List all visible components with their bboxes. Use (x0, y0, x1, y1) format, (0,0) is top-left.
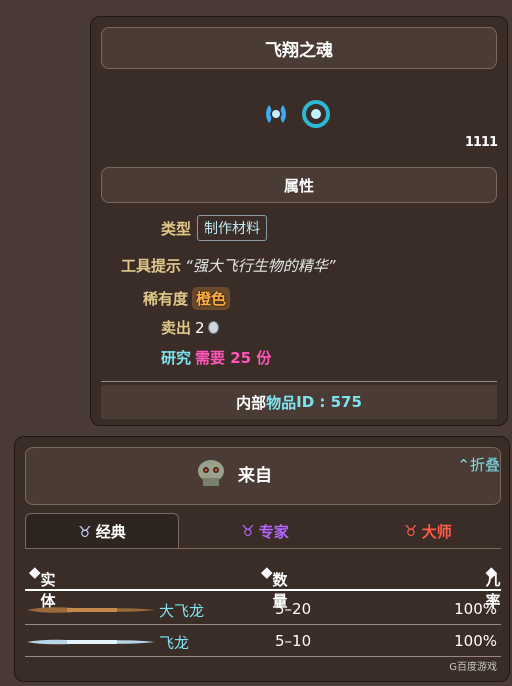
tooltip-label: 工具提示 (121, 257, 182, 275)
internal-id-row: 内部 物品 ID : 575 (101, 385, 497, 419)
divider (101, 381, 497, 382)
item-title: 飞翔之魂 (101, 27, 497, 69)
tab-classic-label: 经典 (95, 523, 126, 541)
rarity-row: 稀有度 橙色 (143, 287, 231, 310)
research-label[interactable]: 研究 (161, 347, 191, 368)
sell-value: 2 (195, 318, 205, 337)
tab-underline (25, 548, 501, 549)
research-row: 研究 需要 25 份 (161, 347, 271, 368)
tab-classic[interactable]: ♉ 经典 (25, 513, 179, 549)
wyvern-icon (27, 639, 155, 645)
id-suffix: ID : 575 (296, 393, 362, 411)
id-prefix: 内部 (236, 393, 267, 412)
skull-icon (198, 460, 224, 486)
stats-heading: 属性 (101, 167, 497, 203)
sell-label: 卖出 (161, 319, 192, 337)
item-images (261, 99, 331, 129)
table-header: ◆ 实体 ◆ 数量 几率 ◆ (25, 557, 501, 610)
soul-of-flight-alt-icon (302, 100, 330, 128)
table-row: 飞龙 5–10 100% (25, 627, 501, 657)
chance-cell: 100% (454, 632, 497, 650)
sort-entity-button[interactable]: ◆ 实体 (29, 563, 56, 610)
type-row: 类型 制作材料 (161, 215, 268, 241)
type-value-link[interactable]: 制作材料 (197, 215, 268, 241)
research-value: 需要 25 份 (195, 349, 272, 367)
stack-size: 1111 (464, 135, 498, 150)
entity-link[interactable]: 飞龙 (159, 632, 189, 653)
tab-master[interactable]: ♉ 大师 (355, 513, 501, 549)
collapse-label: 折叠 (469, 456, 500, 474)
rarity-badge[interactable]: 橙色 (192, 287, 231, 310)
quantity-cell: 5–20 (275, 600, 312, 618)
tab-master-label: 大师 (421, 522, 452, 541)
tab-expert-label: 专家 (258, 522, 289, 541)
wyvern-icon (27, 607, 155, 613)
silver-coin-icon (207, 321, 219, 334)
soul-of-flight-icon (266, 105, 286, 123)
entity-link[interactable]: 大飞龙 (159, 600, 204, 621)
tooltip-value: “强大飞行生物的精华” (185, 257, 336, 275)
tooltip-row: 工具提示 “强大飞行生物的精华” (121, 255, 336, 276)
table-row: 大飞龙 5–20 100% (25, 595, 501, 625)
sort-quantity-button[interactable]: ◆ 数量 (261, 563, 288, 610)
source-title: 来自 (238, 465, 272, 486)
type-label: 类型 (161, 219, 192, 238)
id-item-link[interactable]: 物品 (266, 392, 296, 413)
watermark: G百度游戏 (449, 662, 497, 673)
expert-icon: ♉ (241, 522, 255, 540)
tab-expert[interactable]: ♉ 专家 (195, 513, 335, 549)
master-icon: ♉ (404, 522, 418, 540)
sell-row: 卖出 2 (161, 317, 219, 338)
difficulty-tabs: ♉ 经典 ♉ 专家 ♉ 大师 (25, 513, 501, 549)
rarity-label: 稀有度 (143, 290, 189, 308)
drop-sources-box: 来自 ⌃折叠 ♉ 经典 ♉ 专家 ♉ 大师 ◆ 实体 ◆ 数量 几率 ◆ 大飞龙… (14, 436, 510, 682)
collapse-caret-icon: ⌃ (457, 456, 470, 474)
collapse-toggle[interactable]: ⌃折叠 (457, 454, 500, 475)
source-header: 来自 ⌃折叠 (25, 447, 501, 505)
quantity-cell: 5–10 (275, 632, 312, 650)
chance-cell: 100% (454, 600, 497, 618)
item-infobox: 飞翔之魂 1111 属性 类型 制作材料 工具提示 “强大飞行生物的精华” 稀有… (90, 16, 508, 426)
source-title-group: 来自 (194, 458, 272, 488)
bunny-icon: ♉ (78, 522, 92, 541)
sort-chance-button[interactable]: 几率 ◆ (485, 563, 500, 610)
